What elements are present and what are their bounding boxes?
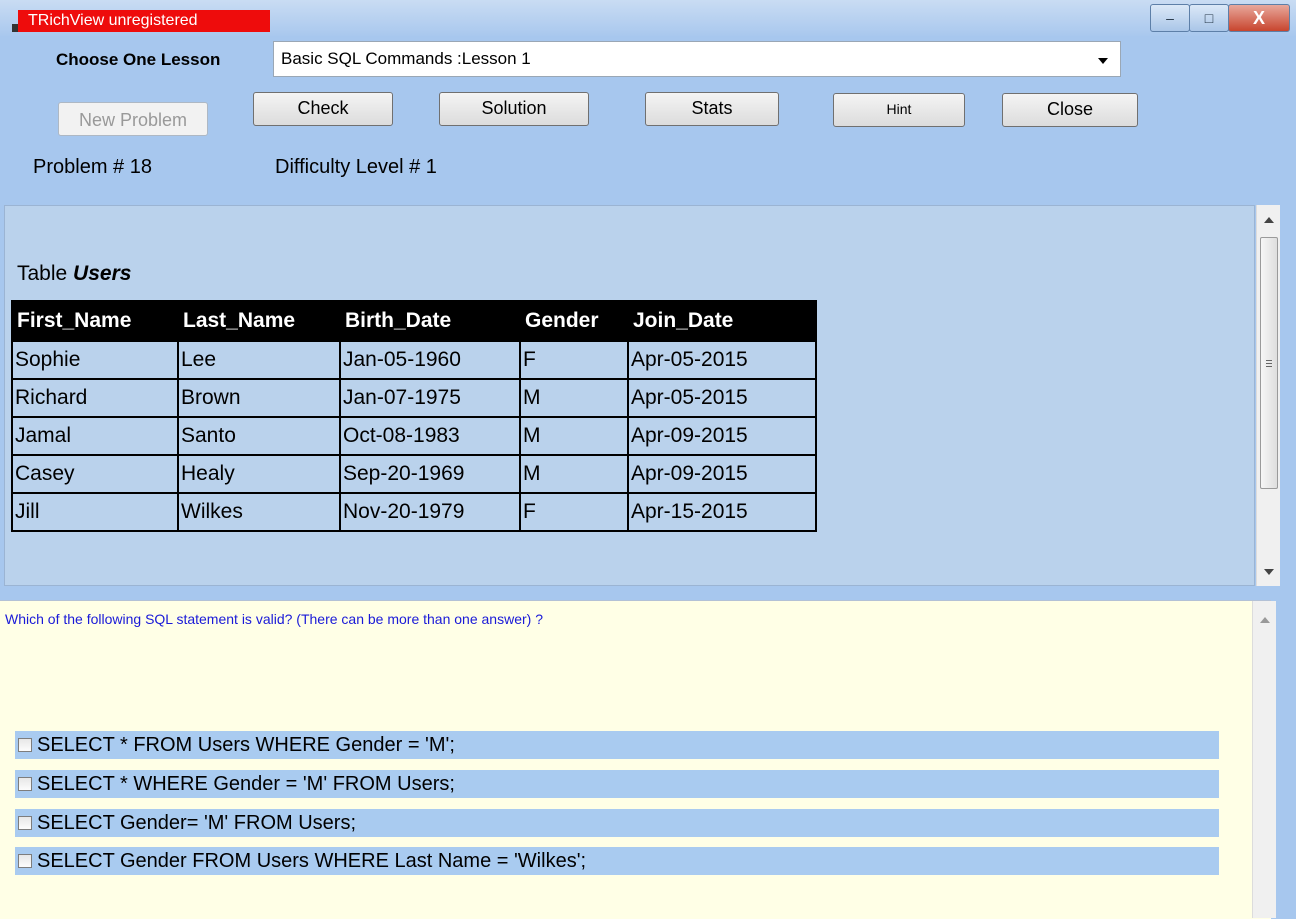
answer-option[interactable]: SELECT * FROM Users WHERE Gender = 'M';: [15, 731, 1219, 759]
table-cell: Jill: [11, 492, 179, 532]
table-cell: Oct-08-1983: [339, 416, 521, 456]
answer-label: SELECT Gender= 'M' FROM Users;: [37, 812, 357, 834]
answer-label: SELECT Gender FROM Users WHERE Last Name…: [37, 850, 587, 872]
answer-option[interactable]: SELECT * WHERE Gender = 'M' FROM Users;: [15, 770, 1219, 798]
answer-label: SELECT * FROM Users WHERE Gender = 'M';: [37, 734, 455, 756]
answer-label: SELECT * WHERE Gender = 'M' FROM Users;: [37, 773, 455, 795]
column-header: Birth_Date: [339, 300, 521, 342]
table-cell: Healy: [177, 454, 341, 494]
new-problem-button[interactable]: New Problem: [58, 102, 208, 136]
table-cell: Apr-09-2015: [627, 416, 817, 456]
title-bar: TRichView unregistered – □ X: [0, 0, 1296, 36]
table-cell: Apr-15-2015: [627, 492, 817, 532]
solution-button[interactable]: Solution: [439, 92, 589, 126]
window-controls: – □ X: [1150, 4, 1290, 32]
scroll-up-icon[interactable]: [1260, 617, 1270, 623]
grip-line: [1266, 360, 1272, 361]
table-cell: Jamal: [11, 416, 179, 456]
answer-option[interactable]: SELECT Gender= 'M' FROM Users;: [15, 809, 1219, 837]
table-title: Table Users: [17, 262, 131, 286]
table-cell: Lee: [177, 340, 341, 380]
table-row: Jill Wilkes Nov-20-1979 F Apr-15-2015: [11, 492, 817, 532]
table-cell: Nov-20-1979: [339, 492, 521, 532]
hint-button[interactable]: Hint: [833, 93, 965, 127]
table-row: Jamal Santo Oct-08-1983 M Apr-09-2015: [11, 416, 817, 456]
table-cell: F: [519, 340, 629, 380]
table-cell: M: [519, 416, 629, 456]
window-close-button[interactable]: X: [1228, 4, 1290, 32]
table-cell: Jan-05-1960: [339, 340, 521, 380]
answer-checkbox[interactable]: [18, 816, 32, 830]
answer-checkbox[interactable]: [18, 738, 32, 752]
table-name: Users: [73, 262, 132, 285]
column-header: Last_Name: [177, 300, 341, 342]
table-cell: Jan-07-1975: [339, 378, 521, 418]
column-header: Gender: [519, 300, 629, 342]
stats-button[interactable]: Stats: [645, 92, 779, 126]
table-cell: Sep-20-1969: [339, 454, 521, 494]
table-cell: M: [519, 454, 629, 494]
table-cell: Santo: [177, 416, 341, 456]
lesson-select-value: Basic SQL Commands :Lesson 1: [281, 49, 531, 68]
question-text: Which of the following SQL statement is …: [5, 611, 543, 627]
difficulty-level: Difficulty Level # 1: [275, 156, 437, 178]
table-cell: Apr-09-2015: [627, 454, 817, 494]
answer-checkbox[interactable]: [18, 777, 32, 791]
table-header-row: First_Name Last_Name Birth_Date Gender J…: [11, 300, 817, 342]
problem-scrollbar[interactable]: [1256, 205, 1280, 586]
question-pane: Which of the following SQL statement is …: [0, 600, 1271, 919]
problem-number: Problem # 18: [33, 156, 152, 178]
table-row: Casey Healy Sep-20-1969 M Apr-09-2015: [11, 454, 817, 494]
lesson-label: Choose One Lesson: [56, 50, 221, 69]
column-header: Join_Date: [627, 300, 817, 342]
scroll-down-icon[interactable]: [1264, 569, 1274, 575]
grip-line: [1266, 363, 1272, 364]
lesson-select[interactable]: Basic SQL Commands :Lesson 1: [273, 41, 1121, 77]
table-cell: Apr-05-2015: [627, 340, 817, 380]
maximize-button[interactable]: □: [1189, 4, 1229, 32]
table-cell: Sophie: [11, 340, 179, 380]
answer-checkbox[interactable]: [18, 854, 32, 868]
grip-line: [1266, 366, 1272, 367]
table-cell: Richard: [11, 378, 179, 418]
table-cell: Wilkes: [177, 492, 341, 532]
table-title-prefix: Table: [17, 262, 74, 285]
table-cell: Casey: [11, 454, 179, 494]
table-cell: F: [519, 492, 629, 532]
answer-option[interactable]: SELECT Gender FROM Users WHERE Last Name…: [15, 847, 1219, 875]
question-scrollbar[interactable]: [1252, 601, 1276, 918]
table-cell: Brown: [177, 378, 341, 418]
check-button[interactable]: Check: [253, 92, 393, 126]
users-table: First_Name Last_Name Birth_Date Gender J…: [11, 300, 817, 532]
app-icon: [12, 24, 18, 32]
scroll-up-icon[interactable]: [1264, 217, 1274, 223]
close-button[interactable]: Close: [1002, 93, 1138, 127]
table-cell: Apr-05-2015: [627, 378, 817, 418]
chevron-down-icon[interactable]: [1098, 58, 1108, 64]
scrollbar-thumb[interactable]: [1260, 237, 1278, 489]
table-cell: M: [519, 378, 629, 418]
table-row: Sophie Lee Jan-05-1960 F Apr-05-2015: [11, 340, 817, 380]
minimize-button[interactable]: –: [1150, 4, 1190, 32]
column-header: First_Name: [11, 300, 179, 342]
problem-pane: Table Users First_Name Last_Name Birth_D…: [4, 205, 1255, 586]
unregistered-badge: TRichView unregistered: [18, 10, 270, 32]
table-row: Richard Brown Jan-07-1975 M Apr-05-2015: [11, 378, 817, 418]
